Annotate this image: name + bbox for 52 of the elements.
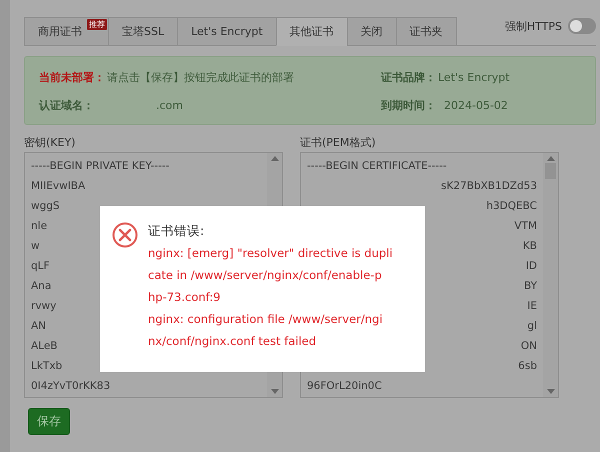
text-line: IE [527,299,537,314]
toggle-switch[interactable] [568,18,596,34]
text-line: ON [520,339,537,354]
tab[interactable]: 证书夹 [396,17,457,46]
brand-label: 证书品牌： [381,70,436,85]
text-line: qLF [31,259,50,274]
text-line: Ana [31,279,52,294]
text-line: sK27BbXB1DZd53 [441,179,537,194]
field-label: 证书(PEM格式) [300,135,376,151]
text-line: w [31,239,40,254]
text-line: gl [527,319,537,334]
domain-label: 认证域名： [39,98,94,113]
tab[interactable]: 宝塔SSL [108,17,178,46]
scroll-bar[interactable] [543,153,558,397]
text-line: nle [31,219,48,234]
text-line: BY [524,279,537,294]
brand-value: Let's Encrypt [438,71,510,84]
text-line: -----BEGIN PRIVATE KEY----- [31,159,170,174]
recommend-badge: 推荐 [87,19,107,30]
text-line: AN [31,319,46,334]
scroll-up-arrow-icon[interactable] [546,156,554,161]
text-line: h3DQEBC [486,199,537,214]
tab[interactable]: 关闭 [346,17,397,46]
text-line: ID [526,259,537,274]
tab[interactable]: 商用证书 推荐 [24,17,109,46]
toggle-label: 强制HTTPS [504,18,562,34]
text-line: LkTxb [31,359,62,374]
text-line: -----BEGIN CERTIFICATE----- [307,159,447,174]
save-button[interactable]: 保存 [28,408,70,435]
error-icon [112,222,138,248]
text-line: wggS [31,199,60,214]
text-line: 0I4zYvT0rKK83 [31,379,110,394]
expiry-label: 到期时间： [381,98,436,113]
text-line: 96FOrL20in0C [307,379,382,394]
text-line: rvwy [31,299,56,314]
text-line: VTM [514,219,537,234]
text-line: 6sb [518,359,537,374]
scroll-up-arrow-icon[interactable] [270,156,278,161]
text-line: MIIEvwIBA [31,179,86,194]
error-message-line: hp-73.conf:9 [148,289,221,306]
status-text: 请点击【保存】按钮完成此证书的部署 [107,70,294,85]
text-line: ALeB [31,339,58,354]
tab[interactable]: Let's Encrypt [177,17,277,46]
tab[interactable]: 其他证书 [276,17,348,46]
text-line: KB [522,239,537,254]
status-label: 当前未部署： [39,70,105,85]
expiry-value: 2024-05-02 [444,99,508,112]
dialog-title: 证书错误: [148,222,204,240]
field-label: 密钥(KEY) [24,135,76,151]
scroll-down-arrow-icon[interactable] [270,389,278,394]
domain-value: .com [156,99,183,112]
scroll-down-arrow-icon[interactable] [546,389,554,394]
